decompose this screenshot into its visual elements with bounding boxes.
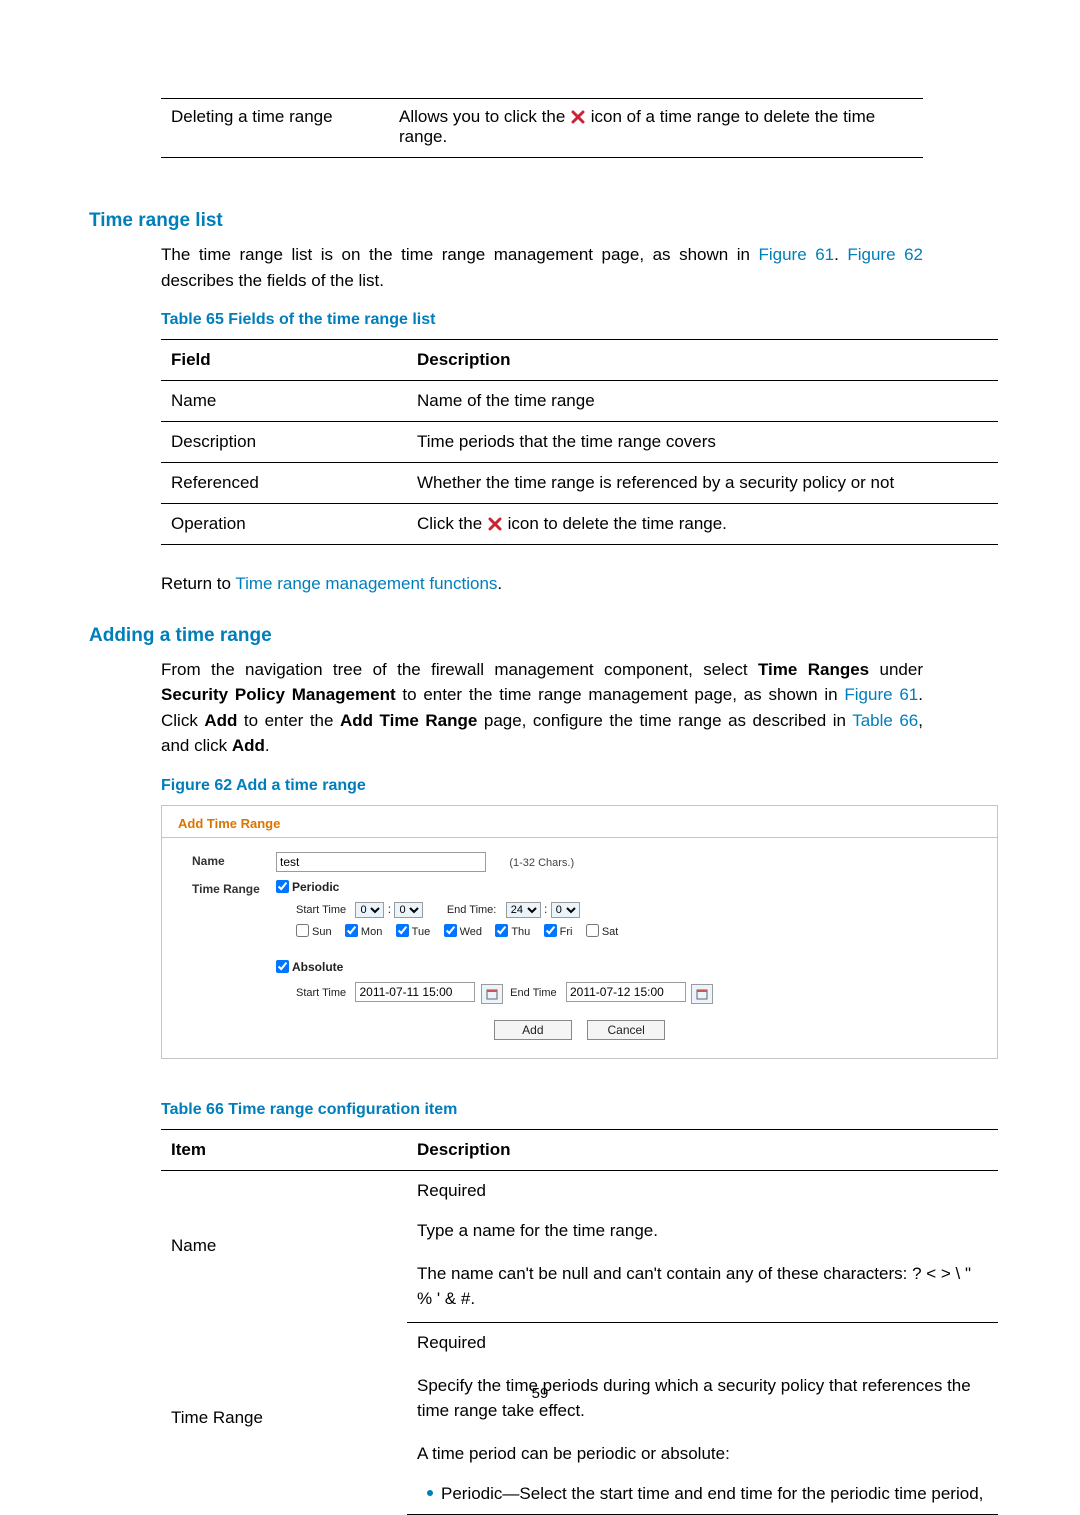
periodic-checkbox[interactable]: [276, 880, 289, 893]
heading-time-range-list: Time range list: [89, 210, 923, 232]
caption-table65: Table 65 Fields of the time range list: [161, 311, 923, 329]
absolute-checkbox[interactable]: [276, 960, 289, 973]
day-wed-checkbox[interactable]: [444, 924, 457, 937]
day-sun-checkbox[interactable]: [296, 924, 309, 937]
top-left: Deleting a time range: [171, 107, 399, 147]
table-65: Field Description NameName of the time r…: [161, 339, 998, 545]
name-hint: (1-32 Chars.): [509, 857, 574, 869]
day-thu-checkbox[interactable]: [495, 924, 508, 937]
link-table66[interactable]: Table 66: [852, 711, 918, 730]
day-tue-checkbox[interactable]: [396, 924, 409, 937]
link-figure62[interactable]: Figure 62: [847, 245, 923, 264]
start-min-select[interactable]: 0: [394, 902, 423, 918]
caption-figure62: Figure 62 Add a time range: [161, 777, 923, 795]
heading-adding: Adding a time range: [89, 625, 923, 647]
day-fri-checkbox[interactable]: [544, 924, 557, 937]
abs-end-input[interactable]: [566, 982, 686, 1002]
link-return[interactable]: Time range management functions: [235, 574, 497, 593]
figure-add-time-range: Add Time Range Name (1-32 Chars.) Time R…: [161, 805, 998, 1059]
page-number: 59: [0, 1385, 1080, 1402]
delete-icon: [487, 516, 503, 532]
calendar-icon[interactable]: [481, 984, 503, 1004]
table-66: Item Description NameRequired Type a nam…: [161, 1129, 998, 1515]
name-label: Name: [192, 852, 276, 868]
calendar-icon[interactable]: [691, 984, 713, 1004]
end-hour-select[interactable]: 24: [506, 902, 541, 918]
fig-title: Add Time Range: [162, 806, 997, 838]
bullet-icon: [427, 1490, 433, 1496]
day-mon-checkbox[interactable]: [345, 924, 358, 937]
top-right: Allows you to click the icon of a time r…: [399, 107, 913, 147]
abs-start-input[interactable]: [355, 982, 475, 1002]
add-button[interactable]: Add: [494, 1020, 572, 1040]
link-figure61[interactable]: Figure 61: [758, 245, 834, 264]
caption-table66: Table 66 Time range configuration item: [161, 1101, 923, 1119]
timerange-label: Time Range: [192, 880, 276, 896]
delete-icon: [570, 109, 586, 125]
cancel-button[interactable]: Cancel: [587, 1020, 665, 1040]
link-figure61-b[interactable]: Figure 61: [844, 685, 918, 704]
name-input[interactable]: [276, 852, 486, 872]
end-min-select[interactable]: 0: [551, 902, 580, 918]
day-sat-checkbox[interactable]: [586, 924, 599, 937]
para-timerange: The time range list is on the time range…: [161, 242, 923, 293]
start-hour-select[interactable]: 0: [355, 902, 384, 918]
